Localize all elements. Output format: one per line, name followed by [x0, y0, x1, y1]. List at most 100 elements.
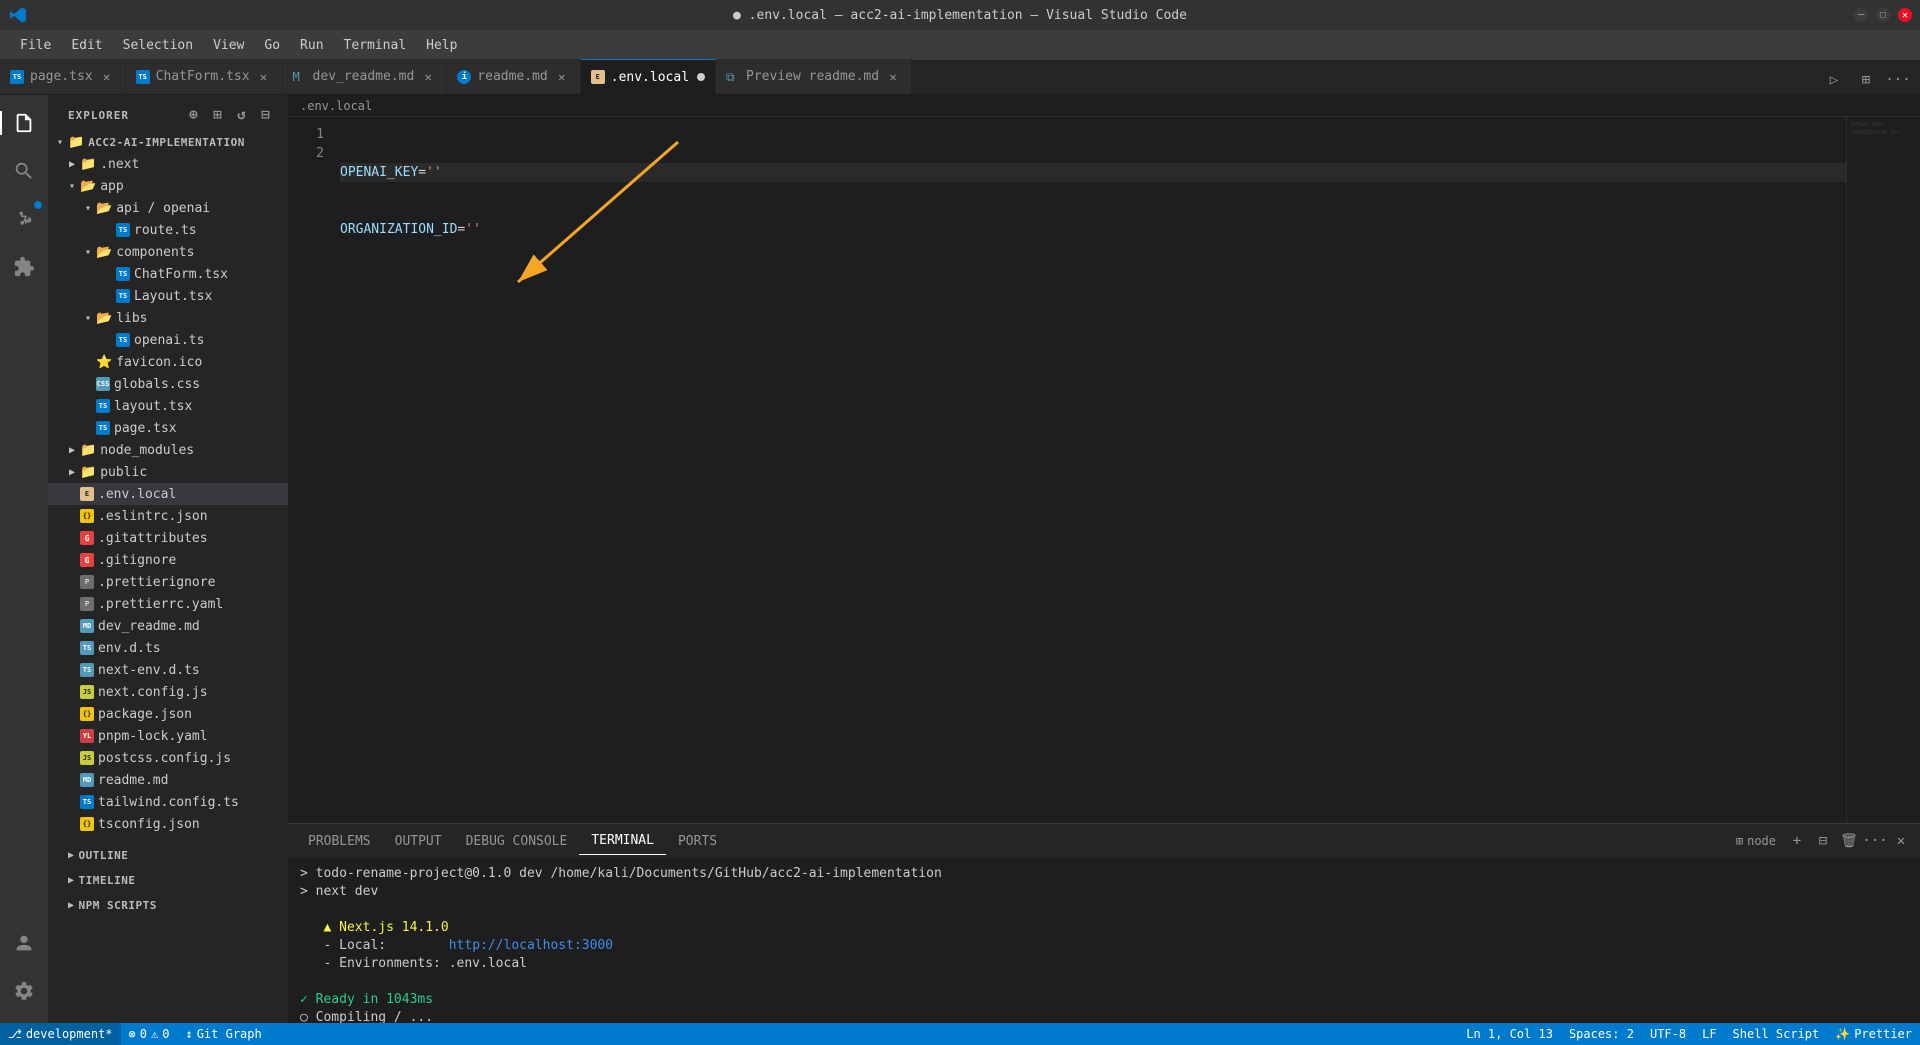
- minimize-btn[interactable]: ─: [1854, 8, 1868, 22]
- error-icon: ⊗: [129, 1027, 136, 1041]
- menu-edit[interactable]: Edit: [61, 34, 112, 57]
- file-label: package.json: [98, 707, 192, 722]
- tab-debug-console[interactable]: DEBUG CONSOLE: [454, 828, 580, 855]
- collapse-all-btn[interactable]: ⊟: [256, 105, 276, 125]
- file-layout-tsx[interactable]: TS Layout.tsx: [48, 285, 288, 307]
- tab-env-local[interactable]: E .env.local: [581, 59, 716, 94]
- new-file-btn[interactable]: ⊕: [184, 105, 204, 125]
- file-route-ts[interactable]: TS route.ts: [48, 219, 288, 241]
- tab-close-icon[interactable]: ✕: [554, 69, 570, 85]
- new-folder-btn[interactable]: ⊞: [208, 105, 228, 125]
- add-terminal-btn[interactable]: +: [1786, 830, 1808, 852]
- tab-problems[interactable]: PROBLEMS: [296, 828, 383, 855]
- file-globals-css[interactable]: CSS globals.css: [48, 373, 288, 395]
- folder-libs[interactable]: ▾ 📂 libs: [48, 307, 288, 329]
- section-outline[interactable]: ▶ OUTLINE: [48, 843, 288, 868]
- file-dev-readme-md[interactable]: MD dev_readme.md: [48, 615, 288, 637]
- file-prettierrc-yaml[interactable]: P .prettierrc.yaml: [48, 593, 288, 615]
- vertical-scrollbar[interactable]: [1906, 117, 1920, 823]
- file-favicon[interactable]: ⭐ favicon.ico: [48, 351, 288, 373]
- file-openai-ts[interactable]: TS openai.ts: [48, 329, 288, 351]
- run-button[interactable]: ▷: [1820, 66, 1848, 94]
- code-editor[interactable]: 1 2 OPENAI_KEY='' ORGANIZATION_ID='': [288, 117, 1920, 823]
- file-eslintrc[interactable]: {} .eslintrc.json: [48, 505, 288, 527]
- section-timeline[interactable]: ▶ TIMELINE: [48, 868, 288, 893]
- status-git-sync[interactable]: ↕ Git Graph: [177, 1023, 269, 1045]
- panel-tabs: PROBLEMS OUTPUT DEBUG CONSOLE TERMINAL P…: [288, 824, 1920, 859]
- file-chatform-tsx[interactable]: TS ChatForm.tsx: [48, 263, 288, 285]
- status-encoding[interactable]: UTF-8: [1642, 1023, 1694, 1045]
- tab-readme[interactable]: i readme.md ✕: [447, 59, 580, 94]
- refresh-btn[interactable]: ↺: [232, 105, 252, 125]
- tab-dev-readme[interactable]: M dev_readme.md ✕: [283, 59, 448, 94]
- tab-terminal[interactable]: TERMINAL: [579, 827, 666, 855]
- file-postcss-config[interactable]: JS postcss.config.js: [48, 747, 288, 769]
- file-readme-md[interactable]: MD readme.md: [48, 769, 288, 791]
- more-actions-button[interactable]: ···: [1884, 66, 1912, 94]
- tab-ports[interactable]: PORTS: [666, 828, 729, 855]
- status-line-ending[interactable]: LF: [1694, 1023, 1724, 1045]
- file-tsconfig[interactable]: {} tsconfig.json: [48, 813, 288, 835]
- tab-close-icon[interactable]: ✕: [420, 69, 436, 85]
- menu-go[interactable]: Go: [254, 34, 290, 57]
- status-language[interactable]: Shell Script: [1725, 1023, 1828, 1045]
- tab-close-icon[interactable]: ✕: [256, 69, 272, 85]
- split-editor-button[interactable]: ⊞: [1852, 66, 1880, 94]
- status-prettier[interactable]: ✨ Prettier: [1827, 1023, 1920, 1045]
- close-btn[interactable]: ✕: [1898, 8, 1912, 22]
- file-env-local[interactable]: E .env.local: [48, 483, 288, 505]
- file-page-tsx[interactable]: TS page.tsx: [48, 417, 288, 439]
- ts-file-icon: TS: [116, 333, 130, 347]
- menu-run[interactable]: Run: [290, 34, 333, 57]
- section-npm-scripts[interactable]: ▶ NPM SCRIPTS: [48, 893, 288, 918]
- more-panel-btn[interactable]: ···: [1864, 830, 1886, 852]
- status-errors[interactable]: ⊗ 0 ⚠ 0: [121, 1023, 178, 1045]
- tab-chatform-tsx[interactable]: TS ChatForm.tsx ✕: [126, 59, 283, 94]
- folder-components[interactable]: ▾ 📂 components: [48, 241, 288, 263]
- activity-source-control[interactable]: [0, 195, 48, 243]
- folder-api-openai[interactable]: ▾ 📂 api / openai: [48, 197, 288, 219]
- code-content[interactable]: OPENAI_KEY='' ORGANIZATION_ID='': [332, 117, 1846, 823]
- kill-terminal-btn[interactable]: 🗑: [1838, 830, 1860, 852]
- status-branch[interactable]: ⎇ development*: [0, 1023, 121, 1045]
- menu-selection[interactable]: Selection: [113, 34, 203, 57]
- file-pnpm-lock[interactable]: YL pnpm-lock.yaml: [48, 725, 288, 747]
- file-next-env-d-ts[interactable]: TS next-env.d.ts: [48, 659, 288, 681]
- activity-account[interactable]: [0, 919, 48, 967]
- git-branch-icon: ⎇: [8, 1027, 22, 1041]
- tab-close-icon[interactable]: ✕: [885, 69, 901, 85]
- status-spaces[interactable]: Spaces: 2: [1561, 1023, 1642, 1045]
- folder-app[interactable]: ▾ 📂 app: [48, 175, 288, 197]
- folder-node-modules[interactable]: ▶ 📁 node_modules: [48, 439, 288, 461]
- file-gitignore[interactable]: G .gitignore: [48, 549, 288, 571]
- file-label: readme.md: [98, 773, 168, 788]
- menu-help[interactable]: Help: [416, 34, 467, 57]
- maximize-btn[interactable]: □: [1876, 8, 1890, 22]
- tab-page-tsx[interactable]: TS page.tsx ✕: [0, 59, 126, 94]
- tab-preview-readme[interactable]: ⧉ Preview readme.md ✕: [716, 59, 912, 94]
- status-ln-col[interactable]: Ln 1, Col 13: [1458, 1023, 1561, 1045]
- activity-search[interactable]: [0, 147, 48, 195]
- tab-close-icon[interactable]: ✕: [99, 69, 115, 85]
- file-env-d-ts[interactable]: TS env.d.ts: [48, 637, 288, 659]
- menu-view[interactable]: View: [203, 34, 254, 57]
- file-package-json[interactable]: {} package.json: [48, 703, 288, 725]
- terminal-name-label: ⊞ node: [1730, 832, 1782, 850]
- file-tailwind-config[interactable]: TS tailwind.config.ts: [48, 791, 288, 813]
- activity-extensions[interactable]: [0, 243, 48, 291]
- activity-explorer[interactable]: [0, 99, 48, 147]
- folder-public[interactable]: ▶ 📁 public: [48, 461, 288, 483]
- file-layout-tsx-root[interactable]: TS layout.tsx: [48, 395, 288, 417]
- close-panel-btn[interactable]: ✕: [1890, 830, 1912, 852]
- status-right: Ln 1, Col 13 Spaces: 2 UTF-8 LF Shell Sc…: [1458, 1023, 1920, 1045]
- file-prettierignore[interactable]: P .prettierignore: [48, 571, 288, 593]
- tab-output[interactable]: OUTPUT: [383, 828, 454, 855]
- project-root[interactable]: ▾ 📁 ACC2-AI-IMPLEMENTATION: [48, 131, 288, 153]
- file-gitattributes[interactable]: G .gitattributes: [48, 527, 288, 549]
- activity-settings[interactable]: [0, 967, 48, 1015]
- split-terminal-btn[interactable]: ⊟: [1812, 830, 1834, 852]
- menu-file[interactable]: File: [10, 34, 61, 57]
- file-next-config[interactable]: JS next.config.js: [48, 681, 288, 703]
- folder-next[interactable]: ▶ 📁 .next: [48, 153, 288, 175]
- menu-terminal[interactable]: Terminal: [334, 34, 417, 57]
